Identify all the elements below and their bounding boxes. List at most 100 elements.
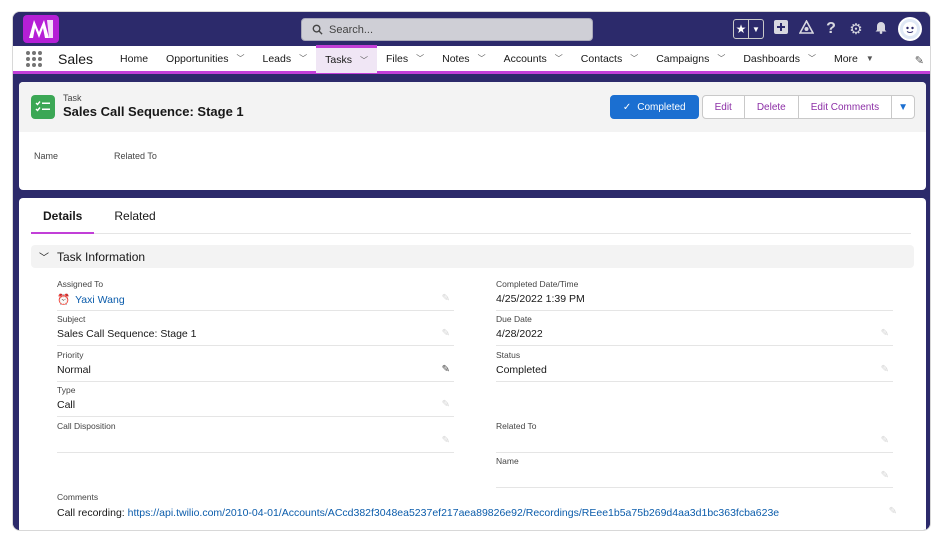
field-priority: Priority Normal ✎ — [57, 349, 454, 382]
record-header: Task Sales Call Sequence: Stage 1 ✓ Comp… — [19, 82, 926, 132]
more-actions-button[interactable]: ▼ — [891, 95, 915, 119]
field-value: Completed — [496, 364, 547, 376]
nav-item-contacts[interactable]: Contacts ﹀ — [572, 45, 647, 73]
nav-item-label: Dashboards — [743, 52, 800, 65]
nav-item-files[interactable]: Files ﹀ — [377, 45, 433, 73]
record-actions: ✓ Completed Edit Delete Edit Comments ▼ — [609, 95, 915, 119]
edit-pencil-icon[interactable]: ✎ — [881, 435, 889, 446]
tab-details[interactable]: Details — [31, 206, 95, 234]
field-comments: Comments Call recording: https://api.twi… — [57, 492, 897, 519]
field-due-date: Due Date 4/28/2022 ✎ — [496, 313, 893, 346]
app-navigation-bar: Sales Home Opportunities ﹀ Leads ﹀ Tasks ﹀ … — [13, 44, 930, 74]
global-add-icon[interactable] — [773, 20, 789, 38]
chevron-down-icon[interactable]: ﹀ — [555, 53, 563, 64]
caret-down-icon[interactable]: ▼ — [866, 54, 874, 63]
field-label: Priority — [57, 350, 84, 360]
field-completed-datetime: Completed Date/Time 4/25/2022 1:39 PM — [496, 278, 893, 311]
nav-item-label: Leads — [262, 52, 292, 65]
edit-pencil-icon[interactable]: ✎ — [442, 364, 450, 375]
recording-link[interactable]: https://api.twilio.com/2010-04-01/Accoun… — [128, 507, 780, 519]
record-highlights-panel: Task Sales Call Sequence: Stage 1 ✓ Comp… — [19, 82, 926, 190]
field-call-disposition: Call Disposition ✎ — [57, 420, 454, 453]
global-header: Search... ★ ▼ ? ⚙ — [13, 12, 930, 46]
completed-button[interactable]: ✓ Completed — [609, 95, 699, 119]
trailhead-icon[interactable] — [798, 19, 814, 38]
field-label: Name — [496, 456, 519, 466]
edit-nav-pencil-icon[interactable]: ✎ — [915, 54, 924, 67]
favorites-button[interactable]: ★ ▼ — [733, 19, 764, 39]
section-title: Task Information — [57, 249, 146, 264]
edit-pencil-icon[interactable]: ✎ — [881, 364, 889, 375]
chevron-down-icon[interactable]: ﹀ — [717, 53, 725, 64]
nav-item-leads[interactable]: Leads ﹀ — [254, 45, 317, 73]
section-task-information[interactable]: ﹀ Task Information — [31, 245, 914, 268]
field-label: Call Disposition — [57, 421, 116, 431]
edit-pencil-icon[interactable]: ✎ — [442, 293, 450, 304]
field-value: ⏰ Yaxi Wang — [57, 293, 125, 306]
nav-item-accounts[interactable]: Accounts ﹀ — [495, 45, 572, 73]
completed-button-label: Completed — [637, 101, 686, 113]
chevron-down-icon[interactable]: ﹀ — [360, 55, 368, 66]
nav-item-label: Opportunities — [166, 52, 229, 65]
nav-item-label: Contacts — [580, 52, 623, 65]
chevron-down-icon[interactable]: ﹀ — [808, 53, 816, 64]
chevron-down-icon[interactable]: ﹀ — [478, 53, 486, 64]
field-label: Assigned To — [57, 279, 104, 289]
record-tabs: Details Related — [31, 206, 911, 234]
comments-prefix: Call recording: — [57, 507, 128, 519]
nav-item-label: Notes — [442, 52, 470, 65]
object-type-label: Task — [63, 93, 82, 103]
nav-item-notes[interactable]: Notes ﹀ — [433, 45, 494, 73]
field-value: Call recording: https://api.twilio.com/2… — [57, 507, 897, 519]
edit-button[interactable]: Edit — [701, 95, 745, 119]
caret-down-icon: ▼ — [898, 101, 908, 113]
edit-comments-button[interactable]: Edit Comments — [797, 95, 893, 119]
edit-pencil-icon[interactable]: ✎ — [881, 328, 889, 339]
assigned-to-link[interactable]: Yaxi Wang — [75, 294, 125, 306]
field-value: 4/28/2022 — [496, 328, 543, 340]
notifications-bell-icon[interactable] — [873, 20, 889, 38]
chevron-down-icon[interactable]: ﹀ — [416, 53, 424, 64]
edit-pencil-icon[interactable]: ✎ — [442, 435, 450, 446]
field-assigned-to: Assigned To ⏰ Yaxi Wang ✎ — [57, 278, 454, 311]
delete-button[interactable]: Delete — [743, 95, 799, 119]
setup-gear-icon[interactable]: ⚙ — [848, 20, 864, 38]
tab-related[interactable]: Related — [102, 206, 167, 234]
nav-item-label: More — [833, 52, 858, 65]
highlight-field-name: Name — [34, 151, 59, 161]
field-related-to: Related To ✎ — [496, 420, 893, 453]
nav-item-home[interactable]: Home — [111, 45, 157, 73]
field-value: Call — [57, 399, 76, 411]
chevron-down-icon[interactable]: ﹀ — [299, 53, 307, 64]
favorites-star-icon[interactable]: ★ — [734, 22, 748, 36]
nav-item-tasks[interactable]: Tasks ﹀ — [316, 44, 377, 73]
nav-item-opportunities[interactable]: Opportunities ﹀ — [157, 45, 253, 73]
edit-pencil-icon[interactable]: ✎ — [881, 470, 889, 481]
chevron-down-icon[interactable]: ﹀ — [39, 249, 49, 264]
field-name: Name ✎ — [496, 455, 893, 488]
app-launcher-icon[interactable] — [26, 50, 44, 67]
global-search-input[interactable]: Search... — [301, 18, 593, 41]
edit-pencil-icon[interactable]: ✎ — [442, 328, 450, 339]
chevron-down-icon[interactable]: ﹀ — [237, 53, 245, 64]
nav-item-dashboards[interactable]: Dashboards ﹀ — [734, 45, 825, 73]
astro-avatar-icon — [903, 22, 917, 36]
app-logo[interactable] — [23, 15, 59, 43]
favorites-dropdown-icon[interactable]: ▼ — [749, 25, 763, 34]
app-window: Search... ★ ▼ ? ⚙ Sales Home Opportuniti… — [12, 11, 931, 531]
field-label: Completed Date/Time — [496, 279, 579, 289]
nav-item-label: Accounts — [503, 52, 547, 65]
field-value: 4/25/2022 1:39 PM — [496, 293, 585, 305]
nav-item-campaigns[interactable]: Campaigns ﹀ — [647, 45, 734, 73]
logo-mark-icon — [29, 20, 53, 38]
nav-item-label: Campaigns — [656, 52, 710, 65]
chevron-down-icon[interactable]: ﹀ — [630, 53, 638, 64]
user-avatar[interactable] — [898, 17, 922, 41]
help-icon[interactable]: ? — [823, 20, 839, 38]
nav-item-more[interactable]: More ▼ — [825, 45, 883, 73]
edit-pencil-icon[interactable]: ✎ — [442, 399, 450, 410]
edit-pencil-icon[interactable]: ✎ — [889, 506, 897, 517]
header-utility-icons: ★ ▼ ? ⚙ — [733, 16, 922, 42]
highlight-field-related-to: Related To — [114, 151, 157, 161]
field-label: Due Date — [496, 314, 532, 324]
